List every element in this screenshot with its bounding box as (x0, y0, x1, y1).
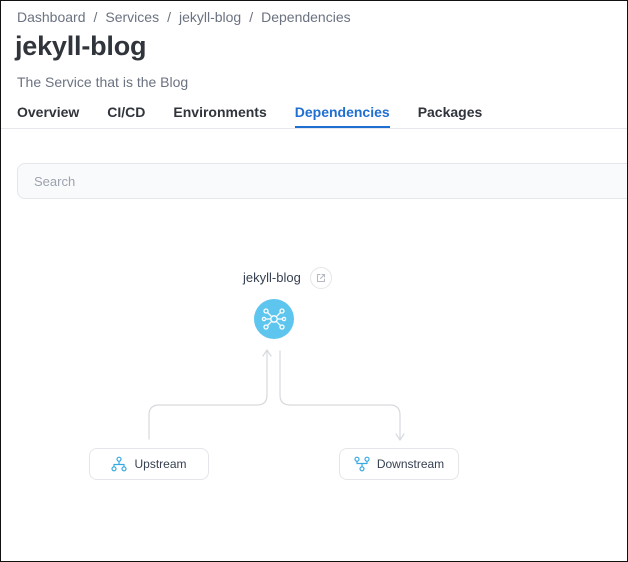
breadcrumb-separator: / (93, 9, 98, 25)
breadcrumb-separator: / (249, 9, 254, 25)
page-title: jekyll-blog (15, 31, 147, 61)
upstream-tree-icon (111, 456, 128, 472)
downstream-label: Downstream (376, 457, 445, 471)
tab-overview[interactable]: Overview (17, 104, 79, 128)
upstream-label: Upstream (134, 457, 187, 471)
downstream-connector (279, 350, 401, 440)
downstream-arrowhead (395, 433, 405, 441)
tab-ci-cd[interactable]: CI/CD (107, 104, 145, 128)
search-input[interactable] (17, 163, 627, 199)
service-external-link[interactable] (310, 267, 332, 289)
upstream-arrowhead (262, 349, 272, 357)
downstream-button[interactable]: Downstream (339, 448, 459, 480)
service-node[interactable] (254, 299, 294, 339)
tab-packages[interactable]: Packages (418, 104, 483, 128)
breadcrumb-separator: / (167, 9, 171, 25)
external-link-icon (316, 273, 326, 283)
breadcrumb-services[interactable]: Services (105, 9, 159, 25)
downstream-tree-icon (354, 456, 370, 472)
service-node-label: jekyll-blog (243, 270, 301, 285)
service-hub-icon (261, 308, 287, 330)
breadcrumb-current: Dependencies (261, 9, 351, 25)
tab-divider (1, 128, 627, 129)
breadcrumb: Dashboard / Services / jekyll-blog / Dependenc… (17, 9, 351, 25)
breadcrumb-dashboard[interactable]: Dashboard (17, 9, 86, 25)
app-window: Dashboard / Services / jekyll-blog / Dependenc… (0, 0, 628, 562)
tab-environments[interactable]: Environments (173, 104, 266, 128)
breadcrumb-service[interactable]: jekyll-blog (179, 9, 241, 25)
tab-dependencies[interactable]: Dependencies (294, 104, 390, 128)
page-subtitle: The Service that is the Blog (17, 74, 189, 90)
upstream-button[interactable]: Upstream (89, 448, 209, 480)
tab-bar: Overview CI/CD Environments Dependencies… (17, 104, 627, 128)
upstream-connector (148, 350, 268, 440)
